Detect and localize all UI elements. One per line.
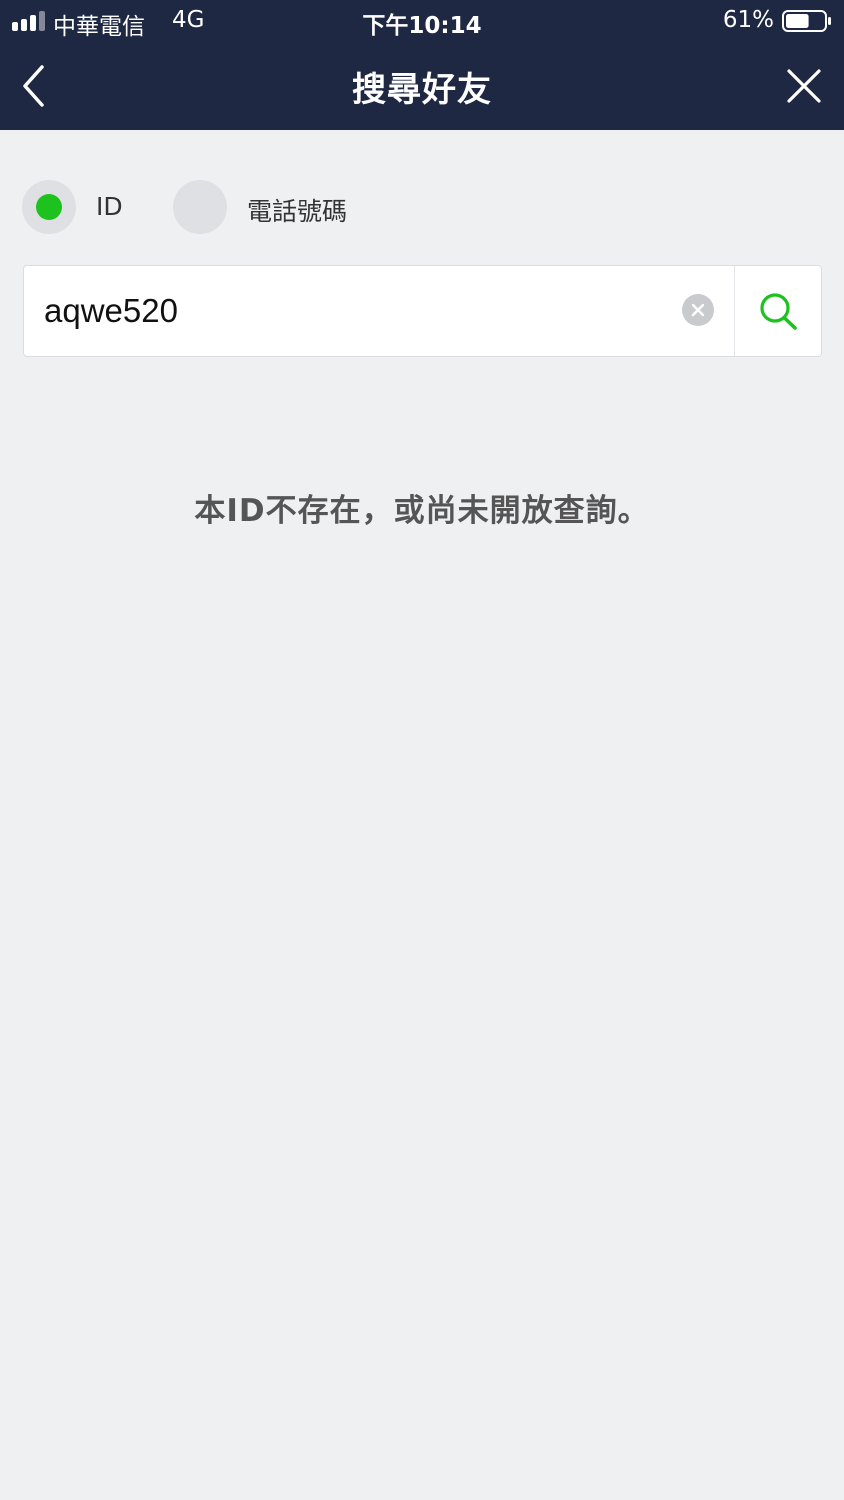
radio-id[interactable] — [22, 180, 76, 234]
header-bar: 中華電信 4G 下午10:14 61% 搜尋好友 — [0, 0, 844, 130]
page-title: 搜尋好友 — [352, 70, 492, 110]
search-button[interactable] — [735, 266, 821, 356]
search-input[interactable] — [44, 288, 664, 334]
status-time: 下午10:14 — [362, 13, 482, 39]
no-result-message: 本ID不存在，或尚未開放查詢。 — [194, 493, 650, 529]
search-icon — [760, 293, 797, 330]
status-bar: 中華電信 4G 下午10:14 61% — [0, 0, 844, 44]
clear-icon — [691, 303, 705, 317]
battery-icon — [782, 10, 831, 32]
close-icon[interactable] — [784, 66, 824, 106]
radio-label-id[interactable]: ID — [96, 192, 123, 221]
battery-percentage: 61% — [722, 7, 774, 33]
search-type-selector: ID 電話號碼 — [0, 178, 844, 238]
search-box — [23, 265, 822, 357]
radio-selected-dot — [36, 194, 62, 220]
radio-phone-number[interactable] — [173, 180, 227, 234]
clear-button[interactable] — [682, 294, 714, 326]
radio-label-phone-number[interactable]: 電話號碼 — [247, 192, 347, 228]
